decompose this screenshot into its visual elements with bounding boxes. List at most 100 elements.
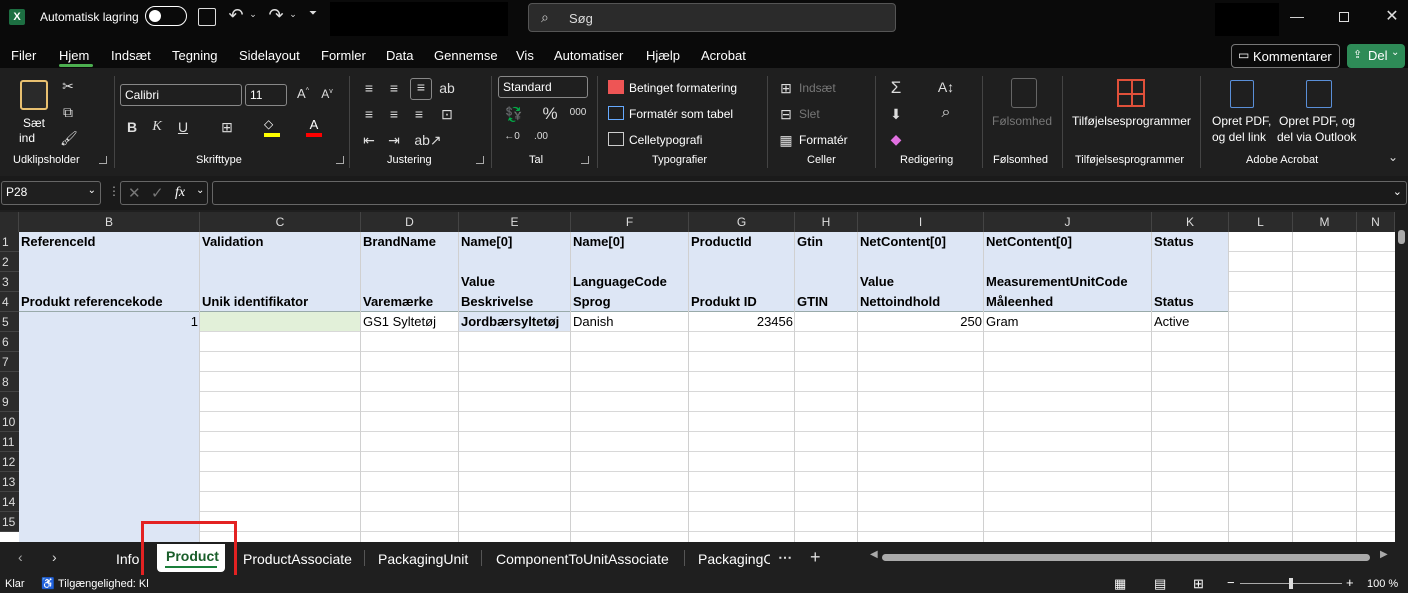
- sheet-tab-productassociate[interactable]: ProductAssociate: [243, 551, 352, 567]
- select-all-corner[interactable]: [0, 212, 19, 232]
- tab-acrobat[interactable]: Acrobat: [701, 48, 746, 63]
- cell-d4[interactable]: Varemærke: [363, 294, 433, 309]
- row-header[interactable]: 10: [0, 412, 19, 432]
- save-icon[interactable]: [198, 8, 216, 26]
- autosave-toggle[interactable]: [145, 6, 187, 26]
- cell-c1[interactable]: Validation: [202, 234, 263, 249]
- cell-j1[interactable]: NetContent[0]: [986, 234, 1072, 249]
- row-header[interactable]: 7: [0, 352, 19, 372]
- scroll-right-icon[interactable]: ▶: [1380, 549, 1388, 560]
- cell-k1[interactable]: Status: [1154, 234, 1194, 249]
- row-header[interactable]: 12: [0, 452, 19, 472]
- column-header-i[interactable]: I: [858, 212, 984, 232]
- delete-cells-button[interactable]: Slet: [799, 107, 820, 121]
- cell-b1[interactable]: ReferenceId: [21, 234, 95, 249]
- cell-f5[interactable]: Danish: [573, 314, 613, 329]
- thousands-separator-icon[interactable]: 000: [567, 107, 589, 118]
- cut-icon[interactable]: ✂: [60, 78, 76, 95]
- cell-e1[interactable]: Name[0]: [461, 234, 512, 249]
- sensitivity-button[interactable]: Følsomhed: [992, 114, 1052, 128]
- row-header[interactable]: 3: [0, 272, 19, 292]
- column-header-f[interactable]: F: [571, 212, 689, 232]
- cell-d5[interactable]: GS1 Syltetøj: [363, 314, 436, 329]
- format-cells-button[interactable]: Formatér: [799, 133, 848, 147]
- cell-b4[interactable]: Produkt referencekode: [21, 294, 163, 309]
- cell-c4[interactable]: Unik identifikator: [202, 294, 308, 309]
- format-painter-icon[interactable]: 🖌: [60, 130, 78, 147]
- cell-k5[interactable]: Active: [1154, 314, 1189, 329]
- row-header[interactable]: 2: [0, 252, 19, 272]
- addins-button[interactable]: Tilføjelsesprogrammer: [1072, 114, 1191, 128]
- undo-dropdown-icon[interactable]: ⌄: [248, 9, 258, 20]
- pdf-outlook-label-2[interactable]: del via Outlook: [1277, 130, 1356, 144]
- row-header[interactable]: 1: [0, 232, 19, 252]
- row-header[interactable]: 11: [0, 432, 19, 452]
- fill-color-icon[interactable]: ◇: [264, 117, 280, 137]
- tab-vis[interactable]: Vis: [516, 48, 534, 63]
- tab-indsaet[interactable]: Indsæt: [111, 48, 151, 63]
- delete-cells-icon[interactable]: ⊟: [778, 106, 794, 123]
- redo-icon[interactable]: ↷: [266, 5, 286, 26]
- row-header[interactable]: 6: [0, 332, 19, 352]
- row-header[interactable]: 5: [0, 312, 19, 332]
- customize-qat-icon[interactable]: ⏷: [306, 8, 320, 19]
- sheet-tab-componenttounitassociate[interactable]: ComponentToUnitAssociate: [496, 551, 669, 567]
- cell-i3[interactable]: Value: [860, 274, 894, 289]
- page-layout-icon[interactable]: ▤: [1154, 576, 1166, 592]
- expand-formula-icon[interactable]: ⌄: [1393, 185, 1402, 198]
- collapse-ribbon-icon[interactable]: ⌄: [1386, 150, 1400, 164]
- font-size-dropdown[interactable]: 11: [245, 84, 287, 106]
- cell-i5[interactable]: 250: [858, 314, 982, 329]
- column-header-e[interactable]: E: [459, 212, 571, 232]
- increase-decimal-icon[interactable]: ←0: [501, 131, 523, 142]
- sort-filter-icon[interactable]: A↕: [936, 79, 956, 95]
- sheet-tab-info[interactable]: Info: [116, 551, 139, 567]
- column-header-j[interactable]: J: [984, 212, 1152, 232]
- more-options-icon[interactable]: ⋮: [108, 184, 120, 198]
- font-name-dropdown[interactable]: Calibri: [120, 84, 242, 106]
- cell-g1[interactable]: ProductId: [691, 234, 752, 249]
- pdf-link-label-1[interactable]: Opret PDF,: [1212, 114, 1271, 128]
- tab-hjaelp[interactable]: Hjælp: [646, 48, 680, 63]
- clipboard-launcher-icon[interactable]: [99, 156, 107, 164]
- undo-icon[interactable]: ↶: [226, 5, 246, 26]
- next-sheet-icon[interactable]: ›: [52, 549, 57, 565]
- scroll-left-icon[interactable]: ◀: [870, 549, 878, 560]
- column-header-k[interactable]: K: [1152, 212, 1229, 232]
- insert-cells-button[interactable]: Indsæt: [799, 81, 836, 95]
- search-box[interactable]: ⌕ Søg: [528, 3, 896, 32]
- tab-automatiser[interactable]: Automatiser: [554, 48, 623, 63]
- cell-styles-icon[interactable]: [608, 132, 624, 146]
- row-header[interactable]: 4: [0, 292, 19, 312]
- zoom-out-icon[interactable]: −: [1227, 575, 1235, 590]
- format-table-icon[interactable]: [608, 106, 624, 120]
- prev-sheet-icon[interactable]: ‹: [18, 549, 23, 565]
- column-header-m[interactable]: M: [1293, 212, 1357, 232]
- zoom-slider-thumb[interactable]: [1289, 578, 1293, 589]
- align-middle-icon[interactable]: ≡: [385, 80, 403, 96]
- autosum-icon[interactable]: Σ: [887, 78, 905, 98]
- horizontal-scroll-thumb[interactable]: [882, 554, 1370, 561]
- comments-button[interactable]: ▭ Kommentarer: [1231, 44, 1340, 68]
- minimize-icon[interactable]: —: [1289, 8, 1305, 24]
- column-header-n[interactable]: N: [1357, 212, 1395, 232]
- currency-icon[interactable]: 💱: [501, 106, 527, 123]
- cell-i1[interactable]: NetContent[0]: [860, 234, 946, 249]
- accessibility-status[interactable]: Tilgængelighed: Klar til start: [58, 578, 148, 590]
- pdf-outlook-label-1[interactable]: Opret PDF, og: [1279, 114, 1355, 128]
- cell-e5[interactable]: Jordbærsyltetøj: [461, 314, 559, 329]
- cell-h1[interactable]: Gtin: [797, 234, 823, 249]
- percent-icon[interactable]: %: [541, 104, 559, 124]
- row-header[interactable]: 13: [0, 472, 19, 492]
- cell-g5[interactable]: 23456: [689, 314, 793, 329]
- cell-e3[interactable]: Value: [461, 274, 495, 289]
- merge-center-icon[interactable]: ⊡: [438, 106, 456, 123]
- formula-input[interactable]: ⌄: [212, 181, 1407, 205]
- align-center-icon[interactable]: ≡: [385, 106, 403, 122]
- row-header[interactable]: 8: [0, 372, 19, 392]
- tab-data[interactable]: Data: [386, 48, 413, 63]
- italic-icon[interactable]: K: [149, 119, 165, 135]
- sheet-tab-packagingc[interactable]: PackagingC: [698, 551, 770, 567]
- row-header[interactable]: 14: [0, 492, 19, 512]
- column-header-c[interactable]: C: [200, 212, 361, 232]
